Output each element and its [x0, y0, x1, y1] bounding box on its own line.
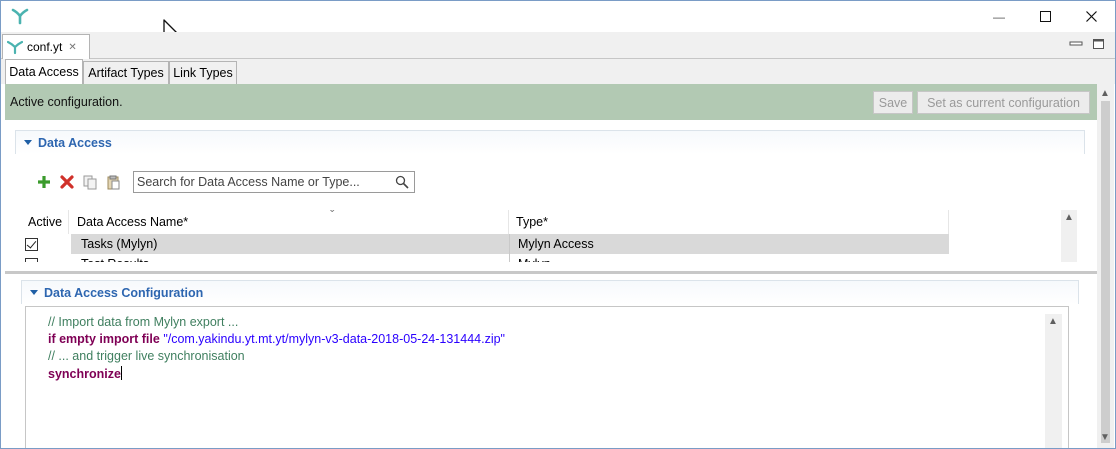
minimize-icon: —: [993, 9, 1005, 24]
editor-tab-strip: conf.yt ✕: [1, 32, 1115, 59]
tab-data-access[interactable]: Data Access: [5, 59, 83, 84]
yakindu-app-icon: [11, 8, 29, 25]
set-current-button-label: Set as current configuration: [927, 95, 1080, 110]
active-checkbox[interactable]: [25, 237, 38, 251]
maximize-view-icon[interactable]: [1092, 38, 1106, 50]
name-cell: Test Results: [71, 254, 509, 262]
data-access-table: Active Data Access Name* ⌄ Type* Tasks (…: [25, 210, 1077, 262]
close-tab-icon[interactable]: ✕: [68, 42, 76, 53]
paste-icon[interactable]: [104, 173, 122, 191]
close-icon: [1085, 11, 1097, 22]
data-access-toolbar: [35, 171, 127, 193]
data-access-search-field[interactable]: [133, 171, 415, 193]
add-icon[interactable]: [35, 173, 53, 191]
maximize-icon: [1039, 11, 1051, 22]
scroll-down-icon[interactable]: ▼: [1100, 432, 1110, 443]
table-vertical-scrollbar[interactable]: ▲: [1061, 210, 1077, 262]
text-caret: [120, 366, 122, 380]
main-vertical-scrollbar[interactable]: ▲ ▼: [1097, 84, 1114, 448]
scroll-up-icon[interactable]: ▲: [1064, 212, 1074, 223]
editor-tab-label: conf.yt: [27, 40, 63, 54]
name-cell: Tasks (Mylyn): [71, 234, 509, 254]
code-string: "/com.yakindu.yt.mt.yt/mylyn-v3-data-201…: [163, 332, 505, 346]
scrollbar-thumb[interactable]: [1101, 101, 1110, 443]
type-cell: Mylyn: [509, 254, 949, 262]
table-row[interactable]: Test Results Mylyn: [25, 254, 1061, 262]
code-synchronize-line: synchronize: [48, 366, 122, 383]
tab-link-types[interactable]: Link Types: [169, 61, 237, 84]
collapse-arrow-icon[interactable]: [24, 140, 32, 145]
status-message: Active configuration.: [10, 95, 123, 109]
column-header-active[interactable]: Active: [25, 210, 69, 234]
save-button[interactable]: Save: [873, 91, 913, 114]
yakindu-file-icon: [7, 40, 23, 55]
configuration-section-header[interactable]: Data Access Configuration: [21, 280, 1079, 304]
code-comment-line: // Import data from Mylyn export ...: [48, 315, 239, 329]
page-tab-strip: Data Access Artifact Types Link Types: [1, 59, 1115, 84]
search-input[interactable]: [137, 173, 395, 191]
column-header-name[interactable]: Data Access Name* ⌄: [69, 210, 509, 234]
data-access-section-title: Data Access: [38, 135, 112, 150]
code-editor-scrollbar[interactable]: ▲: [1045, 314, 1062, 448]
scroll-up-icon[interactable]: ▲: [1048, 316, 1058, 327]
configuration-code-editor[interactable]: // Import data from Mylyn export ... if …: [25, 306, 1069, 448]
table-row[interactable]: Tasks (Mylyn) Mylyn Access: [25, 234, 1061, 254]
app-window: — conf.yt ✕ Data Access Artifact Types L…: [0, 0, 1116, 449]
tab-label: Data Access: [9, 65, 79, 79]
set-as-current-configuration-button[interactable]: Set as current configuration: [917, 91, 1090, 114]
editor-tab-conf-yt[interactable]: conf.yt ✕: [2, 34, 90, 59]
close-window-button[interactable]: [1068, 1, 1114, 32]
code-keyword: synchronize: [48, 367, 121, 381]
maximize-window-button[interactable]: [1022, 1, 1068, 32]
scroll-up-icon[interactable]: ▲: [1100, 88, 1110, 99]
minimize-view-icon[interactable]: [1069, 38, 1083, 48]
collapse-arrow-icon[interactable]: [30, 290, 38, 295]
data-access-section-header[interactable]: Data Access: [15, 130, 1085, 154]
minimize-window-button[interactable]: —: [976, 1, 1022, 32]
table-header: Active Data Access Name* ⌄ Type*: [25, 210, 1061, 234]
active-cell: [25, 254, 69, 262]
tab-label: Link Types: [173, 66, 233, 80]
section-divider-sash[interactable]: [5, 271, 1097, 274]
tab-artifact-types[interactable]: Artifact Types: [83, 61, 169, 84]
code-comment-line: // ... and trigger live synchronisation: [48, 349, 245, 363]
save-button-label: Save: [878, 95, 908, 110]
delete-icon[interactable]: [58, 173, 76, 191]
code-import-line: if empty import file "/com.yakindu.yt.mt…: [48, 332, 505, 349]
tab-label: Artifact Types: [88, 66, 164, 80]
copy-icon[interactable]: [81, 173, 99, 191]
status-banner: Active configuration. Save Set as curren…: [5, 84, 1097, 120]
active-cell: [25, 234, 69, 254]
search-icon[interactable]: [395, 175, 409, 189]
code-keyword: if empty import file: [48, 332, 160, 346]
column-header-type[interactable]: Type*: [509, 210, 949, 234]
active-checkbox[interactable]: [25, 257, 38, 262]
sort-chevron-icon: ⌄: [328, 210, 336, 215]
type-cell: Mylyn Access: [509, 234, 949, 254]
configuration-section-title: Data Access Configuration: [44, 285, 204, 300]
